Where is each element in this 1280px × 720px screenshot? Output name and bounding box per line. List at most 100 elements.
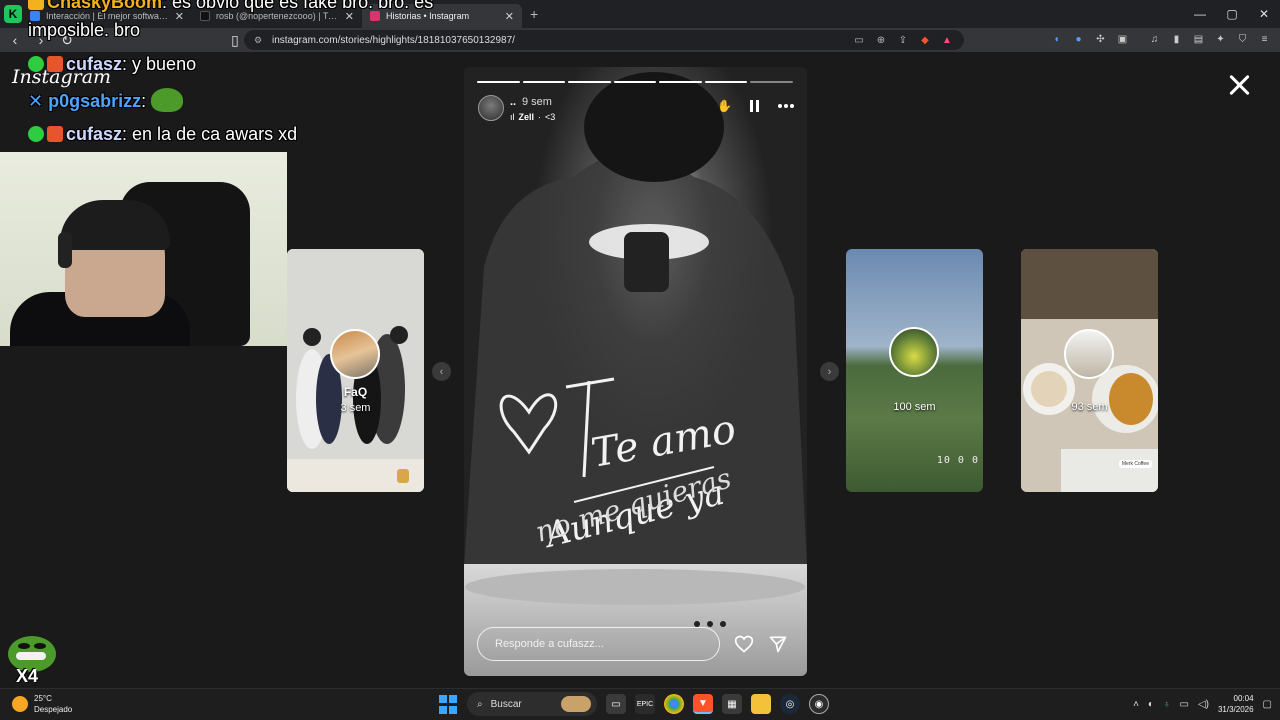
story-music[interactable]: ıl Zell · <3	[510, 112, 555, 122]
tab-close-icon[interactable]: ✕	[175, 10, 184, 23]
story-preview-coffee[interactable]: 93 sem Merk Coffee	[1021, 249, 1158, 492]
brave-rewards-icon[interactable]: ▲	[940, 33, 954, 47]
chrome-icon[interactable]	[664, 694, 684, 714]
date-stamp: 10 0 0	[936, 455, 979, 466]
store-icon[interactable]: ▦	[722, 694, 742, 714]
story-preview-field[interactable]: 100 sem 10 0 0	[846, 249, 983, 492]
reload-button[interactable]: ↻	[56, 29, 78, 51]
url-text: instagram.com/stories/highlights/1818103…	[272, 34, 515, 46]
wallet-icon[interactable]: ▤	[1191, 32, 1206, 47]
epic-games-icon[interactable]: EPIC	[635, 694, 655, 714]
microphone-icon[interactable]: ♁	[1163, 699, 1171, 710]
address-bar[interactable]: ⚙ instagram.com/stories/highlights/18181…	[244, 30, 964, 50]
story-time: 9 sem	[522, 96, 552, 108]
media-icon[interactable]: ♫	[1147, 32, 1162, 47]
app-logo-icon[interactable]: K	[4, 5, 22, 23]
brave-icon[interactable]: ▼	[693, 694, 713, 714]
progress-segment	[750, 81, 794, 83]
site-info-icon[interactable]: ⚙	[254, 35, 264, 45]
taskbar-apps: ⌕ Buscar ▭ EPIC ▼ ▦ ◎ ◉	[438, 692, 829, 716]
emote-multiplier: X4	[16, 666, 39, 686]
weather-temperature: 25°C	[34, 694, 52, 703]
window-controls: — ▢ ✕	[1184, 0, 1280, 28]
story-card[interactable]: .. 9 sem ıl Zell · <3 ✋ Te amo Te amo Au…	[464, 67, 807, 676]
tab-label: rosb (@nopertenezcooo) | TikTok	[216, 11, 339, 21]
close-icon[interactable]	[1226, 72, 1252, 98]
share-icon[interactable]: ⇪	[896, 33, 910, 47]
minimize-button[interactable]: —	[1184, 0, 1216, 28]
search-label: Buscar	[490, 698, 522, 710]
reply-input[interactable]: Responde a cufaszz...	[477, 627, 720, 661]
task-view-icon[interactable]: ▭	[606, 694, 626, 714]
pause-icon[interactable]	[750, 100, 760, 112]
back-button[interactable]: ‹	[4, 29, 26, 51]
tab-instagram[interactable]: Historias • Instagram ✕	[362, 4, 522, 28]
obs-icon[interactable]: ◉	[809, 694, 829, 714]
highlight-name: FaQ	[343, 385, 368, 399]
tray-overflow-icon[interactable]: ˄	[1133, 699, 1139, 710]
music-separator: ·	[538, 112, 542, 122]
start-button[interactable]	[438, 694, 458, 714]
close-window-button[interactable]: ✕	[1248, 0, 1280, 28]
clock[interactable]: 00:04 31/3/2026	[1218, 693, 1254, 715]
bookmark-icon[interactable]: ▯	[224, 29, 246, 51]
extensions-puzzle-icon[interactable]: ✣	[1093, 32, 1108, 47]
network-icon[interactable]: ▭	[1179, 699, 1188, 710]
steam-icon[interactable]: ◎	[780, 694, 800, 714]
brave-shield-icon[interactable]: ◆	[918, 33, 932, 47]
highlight-avatar	[1064, 329, 1114, 379]
tab-interaccion[interactable]: Interacción | El mejor software para ✕	[22, 4, 192, 28]
volume-icon[interactable]: ◁)	[1198, 699, 1209, 710]
story-photo	[464, 67, 807, 676]
more-options-icon[interactable]	[778, 104, 794, 108]
file-explorer-icon[interactable]	[751, 694, 771, 714]
vpn-shield-icon[interactable]: ⛉	[1235, 32, 1250, 47]
maximize-button[interactable]: ▢	[1216, 0, 1248, 28]
story-progress-bar	[477, 81, 794, 83]
menu-icon[interactable]: ≡	[1257, 32, 1272, 47]
discord-icon[interactable]: ◐	[1148, 699, 1154, 710]
tab-label: Interacción | El mejor software para	[46, 11, 169, 21]
tiktok-icon	[200, 11, 210, 21]
tab-close-icon[interactable]: ✕	[345, 10, 354, 23]
tab-close-icon[interactable]: ✕	[505, 10, 514, 23]
screenshot-icon[interactable]: ▣	[1115, 32, 1130, 47]
windows-taskbar: 25°C Despejado ⌕ Buscar ▭ EPIC ▼ ▦ ◎ ◉ ˄…	[0, 688, 1280, 720]
taskbar-search[interactable]: ⌕ Buscar	[467, 692, 597, 716]
progress-segment	[522, 81, 566, 83]
leo-ai-icon[interactable]: ✦	[1213, 32, 1228, 47]
forward-button[interactable]: ›	[30, 29, 52, 51]
story-username[interactable]: ..	[510, 96, 516, 108]
progress-segment	[568, 81, 611, 83]
music-artist: Zell	[518, 112, 535, 122]
share-send-icon[interactable]	[768, 634, 788, 654]
extension-icons: ◖ ● ✣ ▣ ♫ ▮ ▤ ✦ ⛉ ≡	[1049, 32, 1272, 47]
tab-label: Historias • Instagram	[386, 11, 470, 21]
sidebar-icon[interactable]: ▮	[1169, 32, 1184, 47]
previous-story-button[interactable]: ‹	[432, 362, 451, 381]
cast-icon[interactable]: ▭	[852, 33, 866, 47]
next-story-button[interactable]: ›	[820, 362, 839, 381]
extension-blue-icon[interactable]: ●	[1071, 32, 1086, 47]
highlight-avatar	[889, 327, 939, 377]
address-bar-actions: ▭ ⊕ ⇪ ◆ ▲	[852, 33, 954, 47]
story-header: .. 9 sem ıl Zell · <3 ✋	[478, 95, 794, 125]
volume-icon[interactable]: ✋	[717, 99, 732, 113]
zoom-icon[interactable]: ⊕	[874, 33, 888, 47]
story-controls: ✋	[717, 99, 794, 113]
new-tab-button[interactable]: +	[530, 6, 538, 22]
like-heart-icon[interactable]	[734, 634, 754, 654]
weather-widget[interactable]: 25°C Despejado	[12, 693, 72, 715]
story-preview-faq[interactable]: FaQ 3 sem	[287, 249, 424, 492]
progress-segment	[613, 81, 657, 83]
search-highlight-icon	[561, 696, 591, 712]
audio-icon[interactable]: ◖	[1049, 32, 1064, 47]
notifications-icon[interactable]: ▢	[1263, 699, 1272, 710]
instagram-logo[interactable]: Instagram	[12, 66, 111, 88]
instagram-favicon-icon	[370, 11, 380, 21]
tab-tiktok[interactable]: rosb (@nopertenezcooo) | TikTok ✕	[192, 4, 362, 28]
weather-text: 25°C Despejado	[34, 693, 72, 715]
avatar[interactable]	[478, 95, 504, 121]
highlight-time: 100 sem	[893, 401, 936, 413]
browser-toolbar: ‹ › ↻ ▯ ⚙ instagram.com/stories/highligh…	[0, 28, 1280, 52]
